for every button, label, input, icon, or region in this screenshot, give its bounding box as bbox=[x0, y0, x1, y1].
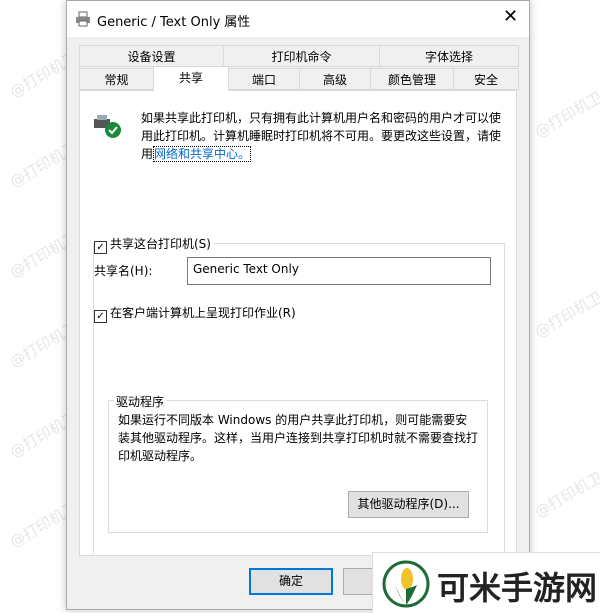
sharing-info: 如果共享此打印机，只有拥有此计算机用户名和密码的用户才可以使用此打印机。计算机睡… bbox=[141, 109, 506, 163]
tab-security[interactable]: 安全 bbox=[453, 68, 519, 90]
network-sharing-center-link[interactable]: 网络和共享中心。 bbox=[153, 146, 252, 162]
close-icon[interactable]: ✕ bbox=[503, 6, 518, 27]
render-checkbox-label: 在客户端计算机上呈现打印作业(R) bbox=[110, 306, 296, 320]
additional-drivers-button[interactable]: 其他驱动程序(D)... bbox=[348, 491, 469, 518]
corn-logo-icon bbox=[382, 560, 430, 608]
driver-description: 如果运行不同版本 Windows 的用户共享此打印机，则可能需要安装其他驱动程序… bbox=[118, 413, 479, 463]
tab-ports[interactable]: 端口 bbox=[228, 68, 300, 90]
share-checkbox[interactable]: ✓ 共享这台打印机(S) bbox=[94, 235, 214, 254]
ok-button[interactable]: 确定 bbox=[249, 568, 333, 595]
watermark: @打印机卫士 bbox=[531, 460, 600, 522]
driver-group-title: 驱动程序 bbox=[114, 393, 167, 410]
share-name-label: 共享名(H): bbox=[94, 264, 153, 278]
dialog-title: Generic / Text Only 属性 bbox=[97, 15, 251, 30]
properties-dialog: Generic / Text Only 属性 ✕ 设备设置 打印机命令 字体选择… bbox=[66, 0, 530, 610]
checkbox-checked-icon[interactable]: ✓ bbox=[94, 310, 107, 323]
tab-font-selection[interactable]: 字体选择 bbox=[379, 45, 519, 67]
share-checkbox-label: 共享这台打印机(S) bbox=[110, 237, 211, 251]
checkbox-checked-icon[interactable]: ✓ bbox=[94, 241, 107, 254]
logo-text: 可米手游网 bbox=[437, 569, 598, 607]
shared-printer-icon bbox=[94, 115, 121, 138]
overlay-logo: 可米手游网 bbox=[372, 552, 600, 613]
tab-device-settings[interactable]: 设备设置 bbox=[79, 45, 224, 67]
tab-color-management[interactable]: 颜色管理 bbox=[370, 68, 454, 90]
watermark: @打印机卫士 bbox=[531, 280, 600, 342]
sharing-page: 如果共享此打印机，只有拥有此计算机用户名和密码的用户才可以使用此打印机。计算机睡… bbox=[79, 90, 517, 556]
tab-printer-commands[interactable]: 打印机命令 bbox=[223, 45, 380, 67]
watermark: @打印机卫士 bbox=[531, 80, 600, 142]
tab-general[interactable]: 常规 bbox=[79, 68, 154, 90]
title-bar: Generic / Text Only 属性 ✕ bbox=[67, 1, 529, 37]
tab-advanced[interactable]: 高级 bbox=[299, 68, 371, 90]
share-name-input[interactable]: Generic Text Only bbox=[187, 257, 491, 285]
tab-sharing[interactable]: 共享 bbox=[153, 66, 229, 91]
printer-icon bbox=[76, 11, 90, 27]
render-checkbox[interactable]: ✓ 在客户端计算机上呈现打印作业(R) bbox=[94, 304, 296, 323]
